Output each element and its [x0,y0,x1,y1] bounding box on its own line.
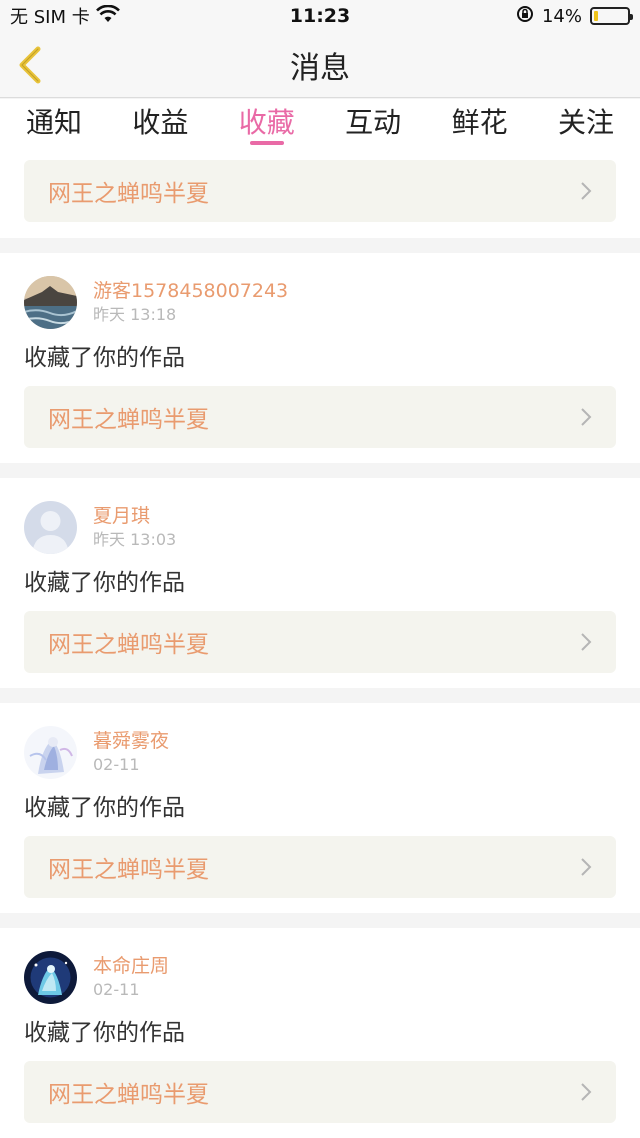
tab-earnings[interactable]: 收益 [132,103,188,151]
work-link[interactable]: 网王之蝉鸣半夏 [24,1061,616,1123]
nav-bar: 消息 [0,32,640,98]
tab-flowers[interactable]: 鲜花 [452,103,508,151]
work-title: 网王之蝉鸣半夏 [48,1082,209,1108]
list-item: 夏月琪 昨天 13:03 收藏了你的作品 网王之蝉鸣半夏 [0,478,640,688]
list-item: 游客1578458007243 昨天 13:18 收藏了你的作品 网王之蝉鸣半夏 [0,253,640,463]
work-link[interactable]: 网王之蝉鸣半夏 [24,836,616,898]
work-link[interactable]: 网王之蝉鸣半夏 [24,386,616,448]
user-name[interactable]: 游客1578458007243 [93,278,288,304]
avatar[interactable] [24,950,77,1004]
user-meta: 夏月琪 昨天 13:03 [93,503,176,551]
chevron-right-icon [581,182,592,200]
item-header: 暮舜雾夜 02-11 [24,725,616,779]
carrier-label: 无 SIM 卡 [10,7,90,28]
work-title: 网王之蝉鸣半夏 [48,857,209,883]
timestamp: 昨天 13:18 [93,305,177,324]
action-text: 收藏了你的作品 [24,1020,185,1046]
tab-following[interactable]: 关注 [558,103,614,151]
battery-fill [594,11,599,21]
timestamp: 昨天 13:03 [93,530,177,549]
action-text: 收藏了你的作品 [24,795,185,821]
user-name[interactable]: 暮舜雾夜 [93,728,169,754]
chevron-left-icon [19,46,41,84]
timestamp: 02-11 [93,755,140,774]
favorites-feed: 网王之蝉鸣半夏 游客1578458007243 昨天 13:18 收藏了你的作品… [0,155,640,1138]
item-header: 本命庄周 02-11 [24,950,616,1004]
work-link[interactable]: 网王之蝉鸣半夏 [24,611,616,673]
work-title: 网王之蝉鸣半夏 [48,407,209,433]
item-header: 游客1578458007243 昨天 13:18 [24,275,616,329]
work-title: 网王之蝉鸣半夏 [48,181,209,207]
battery-percent: 14% [541,5,582,27]
wifi-icon [95,4,120,28]
user-meta: 游客1578458007243 昨天 13:18 [93,278,288,326]
item-header: 夏月琪 昨天 13:03 [24,500,616,554]
list-item: 本命庄周 02-11 收藏了你的作品 网王之蝉鸣半夏 [0,928,640,1138]
chevron-right-icon [581,633,592,651]
page-title: 消息 [290,50,350,86]
orientation-lock-icon [516,5,534,28]
list-item: 网王之蝉鸣半夏 [0,155,640,238]
list-item: 暮舜雾夜 02-11 收藏了你的作品 网王之蝉鸣半夏 [0,703,640,913]
avatar[interactable] [24,500,77,554]
timestamp: 02-11 [93,980,140,999]
avatar[interactable] [24,275,77,329]
user-meta: 暮舜雾夜 02-11 [93,728,169,776]
chevron-right-icon [581,1083,592,1101]
status-right: 14% [516,5,633,28]
work-link[interactable]: 网王之蝉鸣半夏 [24,160,616,222]
action-text: 收藏了你的作品 [24,570,185,596]
work-title: 网王之蝉鸣半夏 [48,632,209,658]
tab-bar: 通知 收益 收藏 互动 鲜花 关注 [0,99,640,155]
tab-favorites[interactable]: 收藏 [239,103,295,151]
back-button[interactable] [12,44,48,86]
status-bar: 无 SIM 卡 11:23 14% [0,0,640,32]
chevron-right-icon [581,408,592,426]
chevron-right-icon [581,858,592,876]
user-name[interactable]: 本命庄周 [93,953,169,979]
action-text: 收藏了你的作品 [24,345,185,371]
user-meta: 本命庄周 02-11 [93,953,169,1001]
status-left: 无 SIM 卡 [10,3,120,29]
user-name[interactable]: 夏月琪 [93,503,176,529]
avatar[interactable] [24,725,77,779]
battery-icon [590,7,633,25]
tab-interactions[interactable]: 互动 [345,103,401,151]
tab-notifications[interactable]: 通知 [26,103,82,151]
